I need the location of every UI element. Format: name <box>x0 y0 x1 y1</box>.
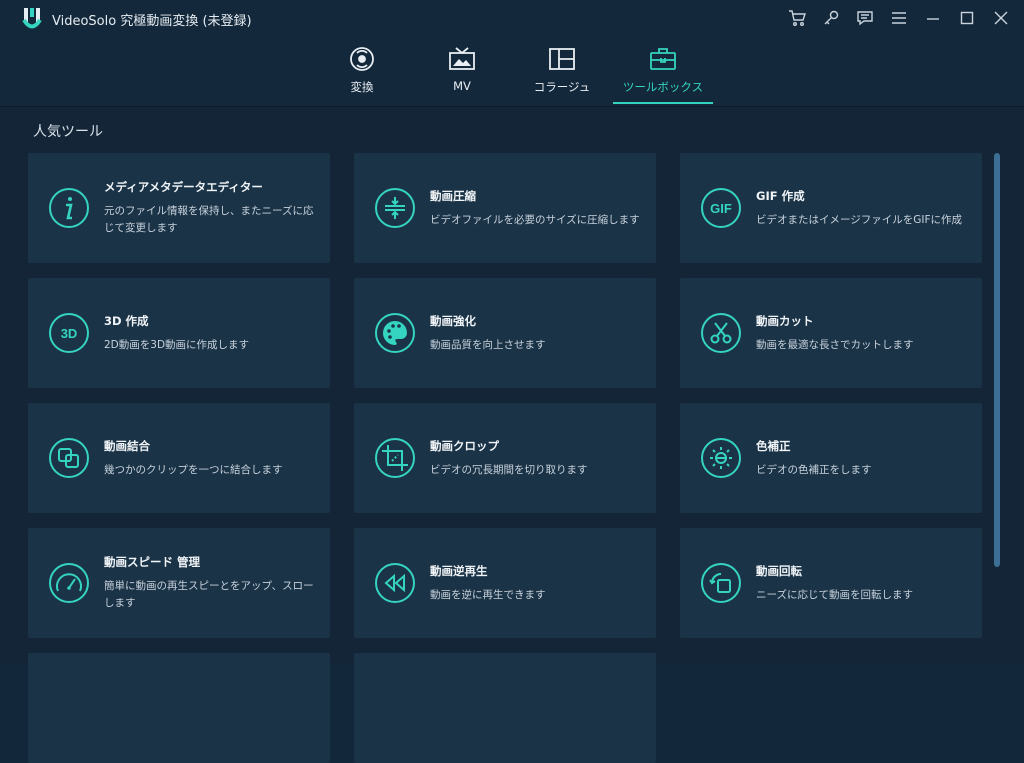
content-scrollbar[interactable] <box>994 153 1000 567</box>
svg-text:GIF: GIF <box>710 201 732 216</box>
mv-icon <box>449 47 475 70</box>
cart-icon <box>789 10 806 26</box>
maximize-icon <box>960 11 974 25</box>
tool-card-video-merge[interactable]: 動画結合 幾つかのクリップを一つに結合します <box>28 403 330 513</box>
menu-button[interactable] <box>888 7 910 29</box>
tool-name: メディアメタデータエディター <box>104 180 263 194</box>
tab-convert[interactable]: 変換 <box>332 36 392 106</box>
tool-description: 動画を逆に再生できます <box>430 588 546 601</box>
register-key-button[interactable] <box>820 7 842 29</box>
tool-card-video-cut[interactable]: 動画カット 動画を最適な長さでカットします <box>680 278 982 388</box>
tool-name: GIF 作成 <box>756 188 805 203</box>
minimize-button[interactable] <box>922 7 944 29</box>
app-title: VideoSolo 究極動画変換 (未登録) <box>52 14 252 29</box>
menu-icon <box>892 12 906 24</box>
maximize-button[interactable] <box>956 7 978 29</box>
close-icon <box>994 11 1008 25</box>
gif-icon: GIF <box>701 188 741 228</box>
tool-name: 動画カット <box>756 313 814 328</box>
section-title: 人気ツール <box>33 124 103 140</box>
tool-description: ビデオまたはイメージファイルをGIFに作成 <box>756 213 963 226</box>
rotate-icon <box>701 563 741 603</box>
3d-icon: 3D <box>49 313 89 353</box>
tool-card-video-compress[interactable]: 動画圧縮 ビデオファイルを必要のサイズに圧縮します <box>354 153 656 263</box>
tool-card-video-reverse[interactable]: 動画逆再生 動画を逆に再生できます <box>354 528 656 638</box>
tool-name: 動画結合 <box>104 438 150 453</box>
tool-name: 動画クロップ <box>430 438 499 453</box>
tool-name: 動画スピード 管理 <box>104 555 201 569</box>
tool-description: 簡単に動画の再生スピーとをアップ、スローします <box>104 580 314 609</box>
cart-button[interactable] <box>786 7 808 29</box>
toolbox-icon <box>650 48 676 70</box>
tool-card-gif-maker[interactable]: GIF GIF 作成 ビデオまたはイメージファイルをGIFに作成 <box>680 153 982 263</box>
tool-card-color-correction[interactable]: 色補正 ビデオの色補正をします <box>680 403 982 513</box>
svg-text:3D: 3D <box>61 326 78 341</box>
convert-icon <box>350 47 374 71</box>
tool-card-partial[interactable] <box>28 653 330 763</box>
collage-icon <box>549 48 575 70</box>
tool-card-video-crop[interactable]: 動画クロップ ビデオの冗長期間を切り取ります <box>354 403 656 513</box>
tool-description: 動画を最適な長さでカットします <box>756 338 914 351</box>
tool-card-metadata-editor[interactable]: メディアメタデータエディター 元のファイル情報を保持し、またニーズに応じて変更し… <box>28 153 330 263</box>
tool-card-3d-maker[interactable]: 3D 3D 作成 2D動画を3D動画に作成します <box>28 278 330 388</box>
speedometer-icon <box>49 563 89 603</box>
tool-description: ビデオファイルを必要のサイズに圧縮します <box>430 213 640 226</box>
tool-name: 動画圧縮 <box>430 188 476 203</box>
info-icon <box>49 188 89 228</box>
tab-collage[interactable]: コラージュ <box>522 36 602 106</box>
active-tab-indicator <box>613 102 713 104</box>
minimize-icon <box>927 18 939 20</box>
tab-label: コラージュ <box>533 80 591 94</box>
title-bar: VideoSolo 究極動画変換 (未登録) <box>0 0 1024 36</box>
toolbox-content: 人気ツール メディアメタデータエディター 元のファイル情報を保持し、またニーズに… <box>0 107 1024 763</box>
tool-card-partial[interactable] <box>354 653 656 763</box>
tool-card-speed-control[interactable]: 動画スピード 管理 簡単に動画の再生スピーとをアップ、スローします <box>28 528 330 638</box>
rewind-icon <box>375 563 415 603</box>
tab-toolbox[interactable]: ツールボックス <box>613 36 713 106</box>
feedback-icon <box>857 11 873 26</box>
tool-description: ビデオの冗長期間を切り取ります <box>430 463 588 476</box>
tool-description: 動画品質を向上させます <box>430 338 546 351</box>
tab-label: ツールボックス <box>622 80 704 94</box>
tool-name: 色補正 <box>756 438 791 453</box>
feedback-button[interactable] <box>854 7 876 29</box>
merge-icon <box>49 438 89 478</box>
tool-card-video-enhance[interactable]: 動画強化 動画品質を向上させます <box>354 278 656 388</box>
tool-name: 動画回転 <box>756 563 802 578</box>
scissors-icon <box>701 313 741 353</box>
tool-description: ニーズに応じて動画を回転します <box>756 588 913 601</box>
videosolo-logo-icon <box>22 8 42 29</box>
tab-label: 変換 <box>350 80 374 94</box>
tool-card-video-rotate[interactable]: 動画回転 ニーズに応じて動画を回転します <box>680 528 982 638</box>
tool-description: 元のファイル情報を保持し、またニーズに応じて変更します <box>104 205 314 234</box>
compress-icon <box>375 188 415 228</box>
crop-icon <box>375 438 415 478</box>
close-button[interactable] <box>990 7 1012 29</box>
tab-mv[interactable]: MV <box>432 36 492 106</box>
tool-description: 幾つかのクリップを一つに結合します <box>104 463 283 476</box>
tool-name: 3D 作成 <box>104 313 149 328</box>
key-icon <box>824 10 839 25</box>
color-correct-icon <box>701 438 741 478</box>
main-tab-bar: 変換 MV コラージュ ツールボックス <box>0 36 1024 107</box>
tab-label: MV <box>453 79 471 93</box>
tool-name: 動画強化 <box>430 313 476 328</box>
tool-description: 2D動画を3D動画に作成します <box>104 338 250 351</box>
tool-name: 動画逆再生 <box>430 563 488 578</box>
palette-icon <box>375 313 415 353</box>
tool-description: ビデオの色補正をします <box>756 463 872 476</box>
